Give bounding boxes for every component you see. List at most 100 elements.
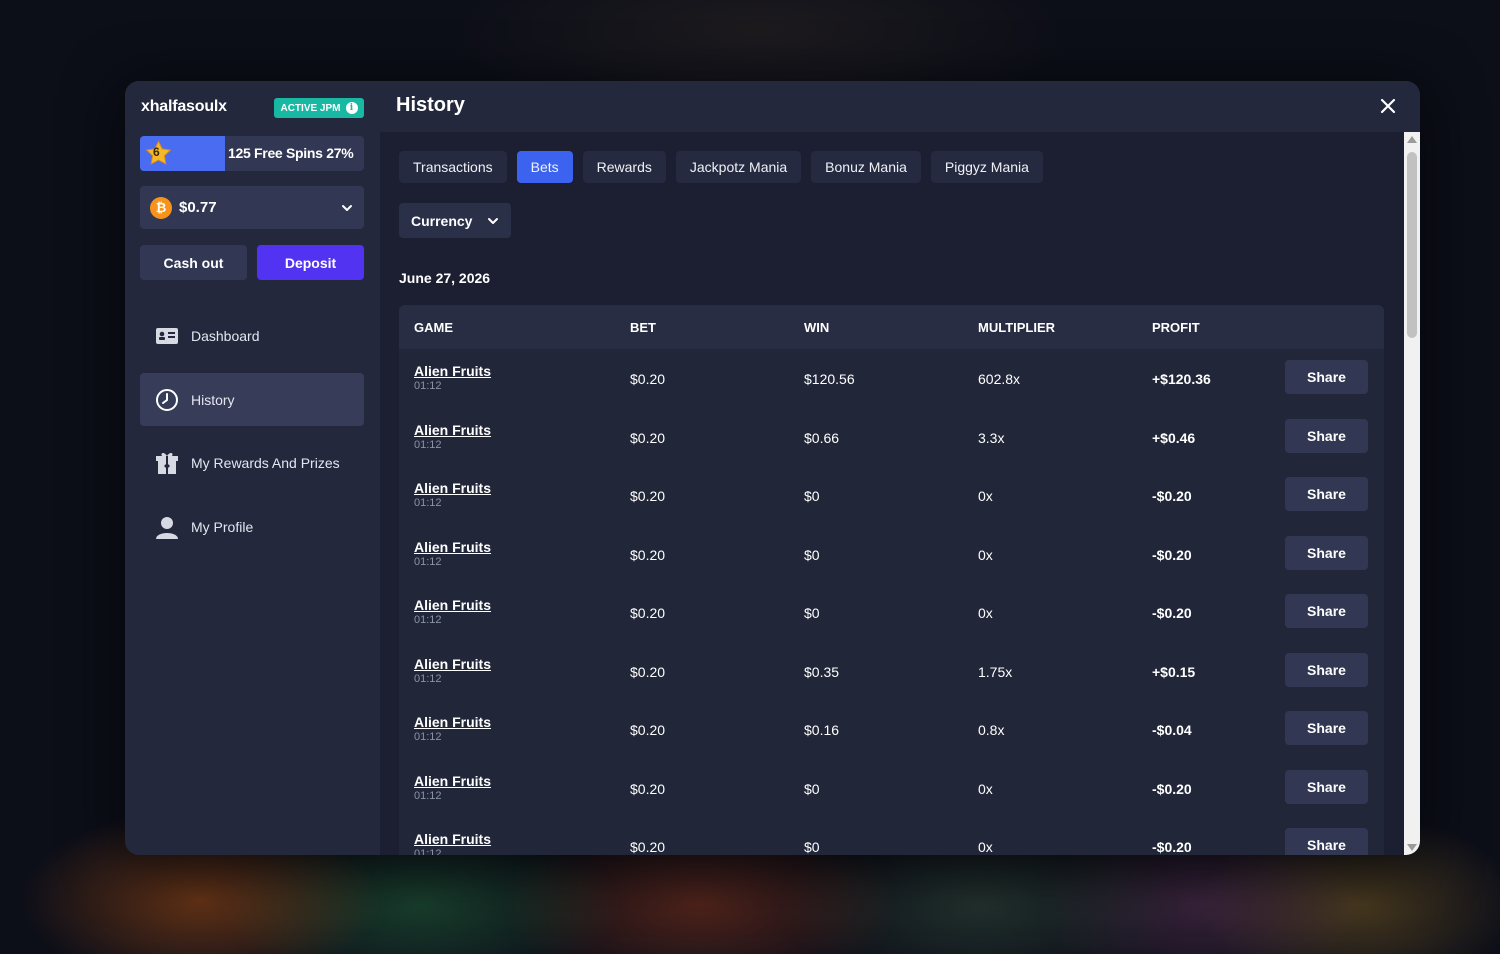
sidebar-item-label: My Rewards And Prizes — [191, 454, 340, 471]
bet-time: 01:12 — [414, 438, 442, 451]
tab-jackpotz-mania[interactable]: Jackpotz Mania — [675, 151, 802, 183]
game-link[interactable]: Alien Fruits — [414, 773, 491, 789]
game-link[interactable]: Alien Fruits — [414, 597, 491, 613]
profit-value: -$0.20 — [1152, 488, 1192, 504]
tab-transactions[interactable]: Transactions — [399, 151, 507, 183]
main-header: History — [380, 81, 1420, 132]
profit-value: +$0.46 — [1152, 429, 1196, 446]
bet-amount: $0.20 — [630, 839, 666, 855]
sidebar-item-history[interactable]: History — [140, 373, 364, 426]
bet-amount: $0.20 — [630, 546, 666, 563]
bet-time: 01:12 — [414, 789, 442, 802]
tab-bets[interactable]: Bets — [516, 151, 573, 183]
sidebar-item-label: Dashboard — [191, 327, 260, 344]
table-row: Alien Fruits 01:12 $0.20 $120.56 602.8x +$120… — [399, 349, 1384, 407]
multiplier-value: 602.8x — [978, 371, 1021, 387]
profit-value: -$0.20 — [1152, 839, 1192, 855]
game-link[interactable]: Alien Fruits — [414, 714, 491, 730]
share-button[interactable]: Share — [1285, 652, 1368, 687]
bet-amount: $0.20 — [630, 663, 666, 680]
profit-value: -$0.20 — [1152, 546, 1192, 563]
history-tabs: Transactions Bets Rewards Jackpotz Mania… — [399, 151, 1043, 183]
free-spins-label: 125 Free Spins 27% — [228, 145, 354, 161]
bet-time: 01:12 — [414, 848, 442, 855]
bet-amount: $0.20 — [630, 722, 666, 738]
balance-selector[interactable]: ₿ $0.77 — [140, 186, 364, 229]
scroll-thumb[interactable] — [1407, 152, 1417, 338]
profit-value: +$0.15 — [1152, 663, 1196, 680]
sidebar-item-dashboard[interactable]: Dashboard — [140, 309, 364, 362]
history-content: Transactions Bets Rewards Jackpotz Mania… — [380, 132, 1420, 855]
game-link[interactable]: Alien Fruits — [414, 831, 491, 847]
sidebar-item-label: History — [191, 391, 235, 408]
win-amount: $0 — [804, 605, 820, 621]
scroll-up-arrow[interactable] — [1407, 136, 1417, 143]
bet-amount: $0.20 — [630, 605, 666, 621]
bet-time: 01:12 — [414, 731, 442, 743]
currency-label: Currency — [411, 212, 473, 229]
multiplier-value: 0x — [978, 605, 993, 621]
dashboard-icon — [155, 324, 179, 348]
game-link[interactable]: Alien Fruits — [414, 363, 491, 379]
share-button[interactable]: Share — [1285, 769, 1368, 804]
bet-time: 01:12 — [414, 497, 442, 509]
table-row: Alien Fruits 01:12 $0.20 $0.16 0.8x -$0.04 Sha… — [399, 700, 1384, 758]
header-bet: BET — [630, 319, 656, 335]
info-icon[interactable]: i — [345, 102, 358, 114]
win-amount: $0 — [804, 780, 820, 797]
multiplier-value: 0x — [978, 488, 993, 504]
sidebar-item-rewards[interactable]: My Rewards And Prizes — [140, 436, 364, 489]
share-button[interactable]: Share — [1285, 418, 1368, 453]
profit-value: -$0.20 — [1152, 605, 1192, 621]
bet-time: 01:12 — [414, 380, 442, 392]
level-number: 6 — [153, 145, 160, 159]
bet-time: 01:12 — [414, 614, 442, 626]
balance-amount: $0.77 — [179, 199, 217, 216]
table-row: Alien Fruits 01:12 $0.20 $0 0x -$0.20 Share — [399, 525, 1384, 583]
header-win: WIN — [804, 319, 830, 335]
table-row: Alien Fruits 01:12 $0.20 $0 0x -$0.20 Share — [399, 759, 1384, 817]
share-button[interactable]: Share — [1285, 477, 1368, 511]
tab-bonuz-mania[interactable]: Bonuz Mania — [811, 151, 921, 183]
history-modal: xhalfasoulx ACTIVE JPM i 6 125 Free Spin… — [125, 81, 1420, 855]
bet-amount: $0.20 — [630, 371, 666, 387]
table-row: Alien Fruits 01:12 $0.20 $0.35 1.75x +$0.15 Sh… — [399, 642, 1384, 700]
scroll-down-arrow[interactable] — [1407, 844, 1417, 851]
scrollbar[interactable] — [1404, 132, 1420, 855]
deposit-button[interactable]: Deposit — [257, 245, 364, 280]
share-button[interactable]: Share — [1285, 828, 1368, 855]
profit-value: +$120.36 — [1152, 371, 1211, 387]
active-jpm-badge[interactable]: ACTIVE JPM i — [274, 98, 364, 118]
sidebar-item-profile[interactable]: My Profile — [140, 500, 364, 553]
user-icon — [155, 515, 179, 539]
table-header: GAME BET WIN MULTIPLIER PROFIT — [399, 305, 1384, 349]
game-link[interactable]: Alien Fruits — [414, 656, 491, 672]
clock-icon — [155, 388, 179, 412]
header-game: GAME — [414, 319, 453, 335]
bet-amount: $0.20 — [630, 488, 666, 504]
table-row: Alien Fruits 01:12 $0.20 $0 0x -$0.20 Share — [399, 583, 1384, 641]
share-button[interactable]: Share — [1285, 535, 1368, 570]
multiplier-value: 1.75x — [978, 663, 1013, 680]
share-button[interactable]: Share — [1285, 594, 1368, 628]
share-button[interactable]: Share — [1285, 711, 1368, 745]
username: xhalfasoulx — [141, 98, 227, 115]
game-link[interactable]: Alien Fruits — [414, 422, 491, 438]
profit-value: -$0.20 — [1152, 780, 1192, 797]
game-link[interactable]: Alien Fruits — [414, 539, 491, 555]
tab-piggyz-mania[interactable]: Piggyz Mania — [930, 151, 1043, 183]
game-link[interactable]: Alien Fruits — [414, 480, 491, 496]
page-title: History — [396, 94, 465, 116]
multiplier-value: 0x — [978, 546, 993, 563]
chevron-down-icon — [342, 204, 352, 211]
win-amount: $0.16 — [804, 722, 840, 738]
chevron-down-icon — [488, 217, 499, 224]
currency-dropdown[interactable]: Currency — [399, 203, 511, 238]
sidebar: xhalfasoulx ACTIVE JPM i 6 125 Free Spin… — [125, 81, 380, 855]
close-icon[interactable] — [1380, 98, 1396, 114]
tab-rewards[interactable]: Rewards — [582, 151, 666, 183]
gift-icon — [155, 451, 179, 475]
multiplier-value: 0.8x — [978, 722, 1005, 738]
share-button[interactable]: Share — [1285, 360, 1368, 394]
cash-out-button[interactable]: Cash out — [140, 245, 247, 280]
